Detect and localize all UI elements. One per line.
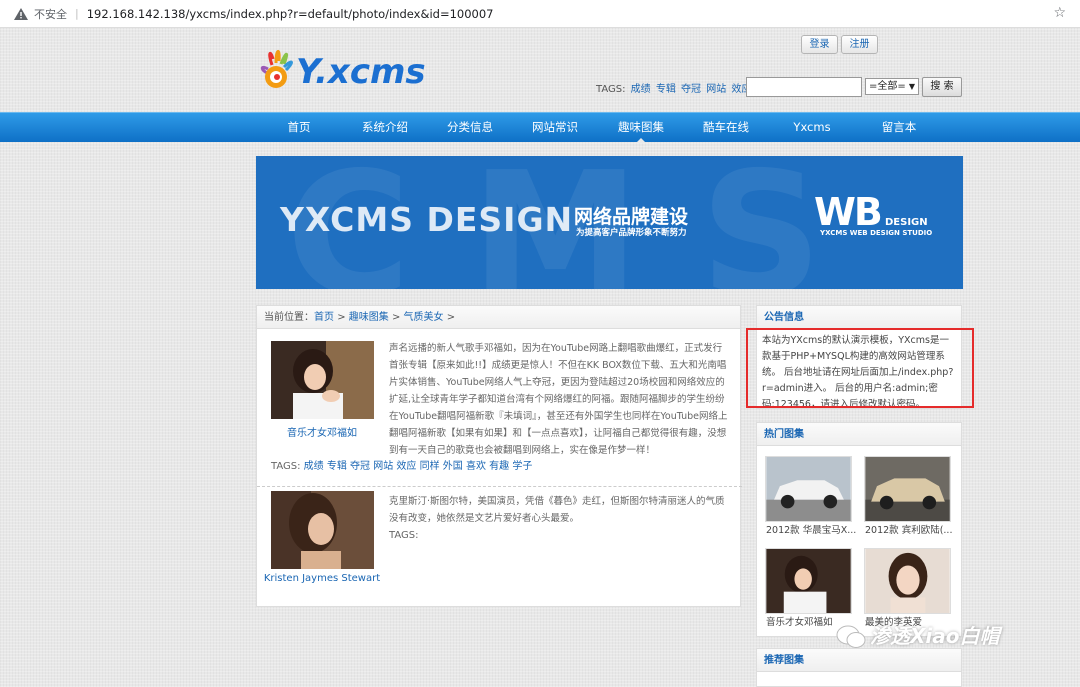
security-label[interactable]: 不安全 [34,6,67,22]
entry-text: 克里斯汀·斯图尔特，美国演员，凭借《暮色》走红，但斯图尔特清丽迷人的气质没有改变… [389,496,725,524]
breadcrumb-link[interactable]: 首页 [314,312,334,323]
entry-divider [257,486,742,487]
header-tag-link[interactable]: 成绩 [631,84,651,95]
notice-title: 公告信息 [757,306,961,329]
hot-gallery-thumb[interactable] [765,548,852,614]
nav-item-yxcms[interactable]: Yxcms [782,113,842,143]
recommend-gallery-title: 推荐图集 [757,649,961,672]
nav-item-web-knowledge[interactable]: 网站常识 [521,113,589,143]
entry-photo[interactable] [271,491,374,569]
recommend-gallery-box: 推荐图集 [756,648,962,687]
hot-gallery-thumb[interactable] [765,456,852,522]
nav-item-fun-gallery[interactable]: 趣味图集 [607,113,675,143]
breadcrumb-sep: > [446,312,456,323]
search-category-select[interactable]: =全部= ▼ [865,78,919,95]
entry-tag-link[interactable]: 专辑 [327,461,347,472]
search-input[interactable] [746,77,862,97]
breadcrumb-link[interactable]: 气质美女 [404,312,444,323]
warning-icon [14,7,28,20]
svg-text:Y.xcms: Y.xcms [296,52,426,92]
breadcrumb-prefix: 当前位置： [264,312,314,323]
nav-item-category-info[interactable]: 分类信息 [436,113,504,143]
banner: CMS YXCMS DESIGN 网络品牌建设 为提高客户品牌形象不断努力 WB… [256,156,963,289]
yxcms-logo[interactable]: Y.xcms [258,45,443,95]
entry-tags: TAGS: [389,527,729,544]
header-tag-link[interactable]: 网站 [706,84,726,95]
main-nav: 首页 系统介绍 分类信息 网站常识 趣味图集 酷车在线 Yxcms 留言本 [0,112,1080,143]
browser-address-bar: 不安全 | 192.168.142.138/yxcms/index.php?r=… [0,0,1080,28]
chevron-down-icon: ▼ [908,82,915,91]
banner-design: DESIGN [885,217,928,228]
entry-tag-link[interactable]: 成绩 [304,461,324,472]
entry-tag-link[interactable]: 效应 [396,461,416,472]
nav-item-home[interactable]: 首页 [274,113,324,143]
nav-item-guestbook[interactable]: 留言本 [865,113,933,143]
hot-gallery-thumb[interactable] [864,456,951,522]
entry-description: 声名远播的新人气歌手邓福如，因为在YouTube网路上翻唱歌曲爆红，正式发行首张… [389,340,729,459]
entry-tag-link[interactable]: 夺冠 [350,461,370,472]
entry-tag-link[interactable]: 同样 [420,461,440,472]
hot-gallery-caption[interactable]: 2012款 华晨宝马X... [766,522,858,536]
entry-tags: TAGS: 成绩 专辑 夺冠 网站 效应 同样 外国 喜欢 有趣 学子 [271,457,532,472]
nav-item-cool-cars[interactable]: 酷车在线 [692,113,760,143]
address-separator: | [75,7,79,20]
photo-list-panel: 当前位置：首页 > 趣味图集 > 气质美女 > 音乐才女邓福如 声名远播的新人气… [256,305,742,607]
header-tags: TAGS: 成绩 专辑 夺冠 网站 效应 ... [596,80,764,95]
header-tag-link[interactable]: 夺冠 [681,84,701,95]
entry-tag-link[interactable]: 网站 [373,461,393,472]
entry-caption[interactable]: 音乐才女邓福如 [257,424,387,439]
hot-gallery-title: 热门图集 [757,423,961,446]
watermark-text: 渗透Xiao白帽 [870,624,1000,648]
wechat-icon [836,625,866,648]
logo-hand-icon [260,50,293,88]
tags-prefix: TAGS: [596,84,626,95]
banner-studio: YXCMS WEB DESIGN STUDIO [820,229,933,237]
nav-item-system-intro[interactable]: 系统介绍 [351,113,419,143]
entry-tags-prefix: TAGS: [271,461,301,472]
entry-description: 克里斯汀·斯图尔特，美国演员，凭借《暮色》走红，但斯图尔特清丽迷人的气质没有改变… [389,493,729,544]
notice-box: 公告信息 本站为YXcms的默认演示模板，YXcms是一款基于PHP+MYSQL… [756,305,962,410]
hot-gallery-thumb[interactable] [864,548,951,614]
banner-wb-logo: WB [814,190,883,234]
entry-tags-prefix: TAGS: [389,530,419,541]
entry-tag-link[interactable]: 学子 [512,461,532,472]
banner-title-cn: 网络品牌建设 [574,206,689,228]
banner-subtitle-cn: 为提高客户品牌形象不断努力 [576,228,687,238]
breadcrumb-sep: > [337,312,346,323]
notice-text: 本站为YXcms的默认演示模板，YXcms是一款基于PHP+MYSQL构建的高效… [762,335,954,410]
entry-text: 声名远播的新人气歌手邓福如，因为在YouTube网路上翻唱歌曲爆红，正式发行首张… [389,343,728,456]
entry-tag-link[interactable]: 有趣 [489,461,509,472]
entry-tag-link[interactable]: 喜欢 [466,461,486,472]
search-button[interactable]: 搜 索 [922,77,962,97]
bookmark-star-icon[interactable]: ☆ [1053,5,1066,21]
entry-photo[interactable] [271,341,374,419]
entry-caption[interactable]: Kristen Jaymes Stewart [257,573,387,584]
hot-gallery-caption[interactable]: 2012款 宾利欧陆(... [865,522,957,536]
breadcrumb-link[interactable]: 趣味图集 [349,312,389,323]
banner-title: YXCMS DESIGN [280,200,574,239]
entry-tag-link[interactable]: 外国 [443,461,463,472]
url-field[interactable]: 192.168.142.138/yxcms/index.php?r=defaul… [87,7,494,21]
register-button[interactable]: 注册 [841,35,878,54]
header-tag-link[interactable]: 专辑 [656,84,676,95]
breadcrumb-sep: > [391,312,401,323]
login-button[interactable]: 登录 [801,35,838,54]
search-select-value: =全部= [869,81,906,92]
breadcrumb: 当前位置：首页 > 趣味图集 > 气质美女 > [257,306,740,329]
